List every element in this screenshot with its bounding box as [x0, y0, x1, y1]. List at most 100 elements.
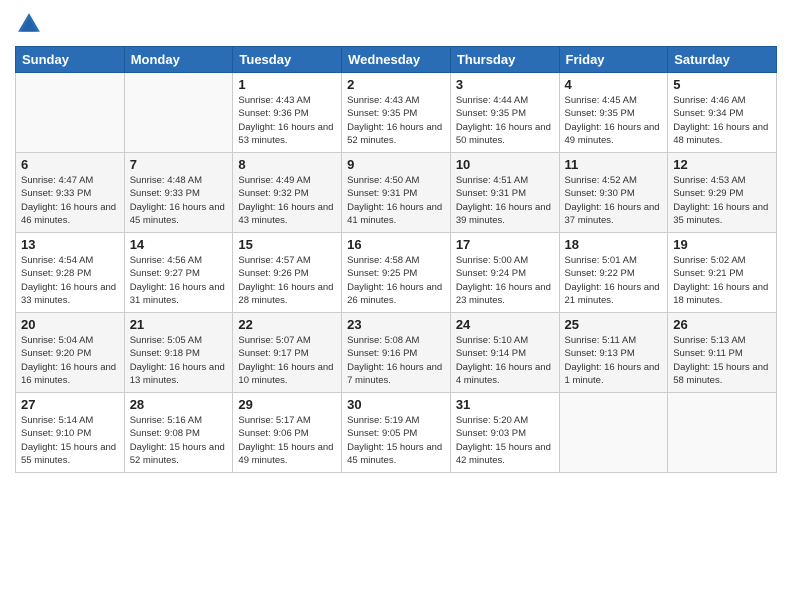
- day-info: Sunrise: 4:54 AM Sunset: 9:28 PM Dayligh…: [21, 254, 119, 307]
- calendar-cell: 25 Sunrise: 5:11 AM Sunset: 9:13 PM Dayli…: [559, 313, 668, 393]
- day-number: 20: [21, 317, 119, 332]
- day-number: 25: [565, 317, 663, 332]
- day-info: Sunrise: 5:05 AM Sunset: 9:18 PM Dayligh…: [130, 334, 228, 387]
- day-info: Sunrise: 5:10 AM Sunset: 9:14 PM Dayligh…: [456, 334, 554, 387]
- calendar-cell: [559, 393, 668, 473]
- day-number: 2: [347, 77, 445, 92]
- day-info: Sunrise: 4:53 AM Sunset: 9:29 PM Dayligh…: [673, 174, 771, 227]
- calendar-cell: 8Sunrise: 4:49 AM Sunset: 9:32 PM Daylig…: [233, 153, 342, 233]
- day-number: 27: [21, 397, 119, 412]
- day-info: Sunrise: 4:46 AM Sunset: 9:34 PM Dayligh…: [673, 94, 771, 147]
- day-info: Sunrise: 4:49 AM Sunset: 9:32 PM Dayligh…: [238, 174, 336, 227]
- calendar-cell: [16, 73, 125, 153]
- day-number: 23: [347, 317, 445, 332]
- week-row-4: 20 Sunrise: 5:04 AM Sunset: 9:20 PM Dayli…: [16, 313, 777, 393]
- day-number: 22: [238, 317, 336, 332]
- day-number: 1: [238, 77, 336, 92]
- calendar-cell: 7Sunrise: 4:48 AM Sunset: 9:33 PM Daylig…: [124, 153, 233, 233]
- day-info: Sunrise: 5:08 AM Sunset: 9:16 PM Dayligh…: [347, 334, 445, 387]
- week-row-2: 6 Sunrise: 4:47 AM Sunset: 9:33 PM Daylig…: [16, 153, 777, 233]
- calendar-cell: 16Sunrise: 4:58 AM Sunset: 9:25 PM Dayli…: [342, 233, 451, 313]
- day-number: 30: [347, 397, 445, 412]
- day-info: Sunrise: 4:47 AM Sunset: 9:33 PM Dayligh…: [21, 174, 119, 227]
- day-number: 10: [456, 157, 554, 172]
- weekday-header-friday: Friday: [559, 47, 668, 73]
- day-info: Sunrise: 5:11 AM Sunset: 9:13 PM Dayligh…: [565, 334, 663, 387]
- calendar-cell: [668, 393, 777, 473]
- day-number: 14: [130, 237, 228, 252]
- day-number: 17: [456, 237, 554, 252]
- day-info: Sunrise: 5:16 AM Sunset: 9:08 PM Dayligh…: [130, 414, 228, 467]
- calendar-cell: 10 Sunrise: 4:51 AM Sunset: 9:31 PM Dayli…: [450, 153, 559, 233]
- weekday-header-monday: Monday: [124, 47, 233, 73]
- day-info: Sunrise: 5:04 AM Sunset: 9:20 PM Dayligh…: [21, 334, 119, 387]
- weekday-header-wednesday: Wednesday: [342, 47, 451, 73]
- calendar-cell: 3Sunrise: 4:44 AM Sunset: 9:35 PM Daylig…: [450, 73, 559, 153]
- day-number: 31: [456, 397, 554, 412]
- day-number: 4: [565, 77, 663, 92]
- logo: [15, 10, 47, 38]
- calendar-cell: 27 Sunrise: 5:14 AM Sunset: 9:10 PM Dayli…: [16, 393, 125, 473]
- day-number: 15: [238, 237, 336, 252]
- calendar-cell: 26Sunrise: 5:13 AM Sunset: 9:11 PM Dayli…: [668, 313, 777, 393]
- day-info: Sunrise: 4:52 AM Sunset: 9:30 PM Dayligh…: [565, 174, 663, 227]
- day-number: 18: [565, 237, 663, 252]
- calendar-cell: 22 Sunrise: 5:07 AM Sunset: 9:17 PM Dayli…: [233, 313, 342, 393]
- weekday-header-thursday: Thursday: [450, 47, 559, 73]
- week-row-5: 27 Sunrise: 5:14 AM Sunset: 9:10 PM Dayli…: [16, 393, 777, 473]
- calendar-cell: 5 Sunrise: 4:46 AM Sunset: 9:34 PM Daylig…: [668, 73, 777, 153]
- calendar-cell: 15Sunrise: 4:57 AM Sunset: 9:26 PM Dayli…: [233, 233, 342, 313]
- weekday-header-sunday: Sunday: [16, 47, 125, 73]
- day-info: Sunrise: 4:51 AM Sunset: 9:31 PM Dayligh…: [456, 174, 554, 227]
- header: [15, 10, 777, 38]
- calendar-cell: 11 Sunrise: 4:52 AM Sunset: 9:30 PM Dayli…: [559, 153, 668, 233]
- day-number: 13: [21, 237, 119, 252]
- day-info: Sunrise: 4:56 AM Sunset: 9:27 PM Dayligh…: [130, 254, 228, 307]
- calendar-cell: 6 Sunrise: 4:47 AM Sunset: 9:33 PM Daylig…: [16, 153, 125, 233]
- day-info: Sunrise: 5:02 AM Sunset: 9:21 PM Dayligh…: [673, 254, 771, 307]
- day-info: Sunrise: 5:07 AM Sunset: 9:17 PM Dayligh…: [238, 334, 336, 387]
- calendar-cell: [124, 73, 233, 153]
- calendar-cell: 24 Sunrise: 5:10 AM Sunset: 9:14 PM Dayli…: [450, 313, 559, 393]
- day-info: Sunrise: 4:43 AM Sunset: 9:35 PM Dayligh…: [347, 94, 445, 147]
- day-info: Sunrise: 5:01 AM Sunset: 9:22 PM Dayligh…: [565, 254, 663, 307]
- page: SundayMondayTuesdayWednesdayThursdayFrid…: [0, 0, 792, 488]
- calendar-cell: 21 Sunrise: 5:05 AM Sunset: 9:18 PM Dayli…: [124, 313, 233, 393]
- calendar-cell: 19Sunrise: 5:02 AM Sunset: 9:21 PM Dayli…: [668, 233, 777, 313]
- day-number: 6: [21, 157, 119, 172]
- day-number: 21: [130, 317, 228, 332]
- day-info: Sunrise: 5:20 AM Sunset: 9:03 PM Dayligh…: [456, 414, 554, 467]
- calendar-cell: 1 Sunrise: 4:43 AM Sunset: 9:36 PM Daylig…: [233, 73, 342, 153]
- calendar-cell: 14 Sunrise: 4:56 AM Sunset: 9:27 PM Dayli…: [124, 233, 233, 313]
- day-number: 11: [565, 157, 663, 172]
- calendar-cell: 31 Sunrise: 5:20 AM Sunset: 9:03 PM Dayli…: [450, 393, 559, 473]
- day-info: Sunrise: 4:50 AM Sunset: 9:31 PM Dayligh…: [347, 174, 445, 227]
- calendar-cell: 2 Sunrise: 4:43 AM Sunset: 9:35 PM Daylig…: [342, 73, 451, 153]
- day-number: 5: [673, 77, 771, 92]
- week-row-3: 13 Sunrise: 4:54 AM Sunset: 9:28 PM Dayli…: [16, 233, 777, 313]
- calendar-cell: 9 Sunrise: 4:50 AM Sunset: 9:31 PM Daylig…: [342, 153, 451, 233]
- day-info: Sunrise: 4:48 AM Sunset: 9:33 PM Dayligh…: [130, 174, 228, 227]
- day-info: Sunrise: 5:14 AM Sunset: 9:10 PM Dayligh…: [21, 414, 119, 467]
- day-info: Sunrise: 4:43 AM Sunset: 9:36 PM Dayligh…: [238, 94, 336, 147]
- logo-icon: [15, 10, 43, 38]
- calendar-cell: 28Sunrise: 5:16 AM Sunset: 9:08 PM Dayli…: [124, 393, 233, 473]
- day-info: Sunrise: 5:19 AM Sunset: 9:05 PM Dayligh…: [347, 414, 445, 467]
- calendar-cell: 17 Sunrise: 5:00 AM Sunset: 9:24 PM Dayli…: [450, 233, 559, 313]
- day-info: Sunrise: 4:45 AM Sunset: 9:35 PM Dayligh…: [565, 94, 663, 147]
- calendar-table: SundayMondayTuesdayWednesdayThursdayFrid…: [15, 46, 777, 473]
- day-number: 9: [347, 157, 445, 172]
- calendar-cell: 23 Sunrise: 5:08 AM Sunset: 9:16 PM Dayli…: [342, 313, 451, 393]
- day-number: 12: [673, 157, 771, 172]
- weekday-header-row: SundayMondayTuesdayWednesdayThursdayFrid…: [16, 47, 777, 73]
- calendar-cell: 4 Sunrise: 4:45 AM Sunset: 9:35 PM Daylig…: [559, 73, 668, 153]
- day-info: Sunrise: 4:44 AM Sunset: 9:35 PM Dayligh…: [456, 94, 554, 147]
- weekday-header-saturday: Saturday: [668, 47, 777, 73]
- day-number: 24: [456, 317, 554, 332]
- day-info: Sunrise: 5:17 AM Sunset: 9:06 PM Dayligh…: [238, 414, 336, 467]
- day-number: 26: [673, 317, 771, 332]
- day-info: Sunrise: 5:00 AM Sunset: 9:24 PM Dayligh…: [456, 254, 554, 307]
- day-number: 29: [238, 397, 336, 412]
- calendar-cell: 13 Sunrise: 4:54 AM Sunset: 9:28 PM Dayli…: [16, 233, 125, 313]
- calendar-cell: 12 Sunrise: 4:53 AM Sunset: 9:29 PM Dayli…: [668, 153, 777, 233]
